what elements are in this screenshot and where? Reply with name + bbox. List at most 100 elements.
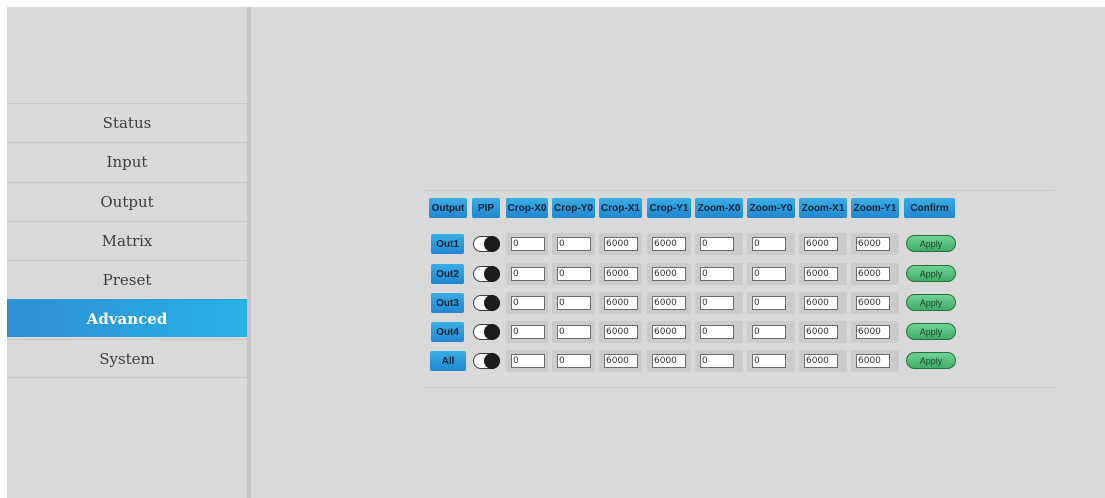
zoom-x0-input[interactable]	[700, 325, 734, 339]
crop-y0-cell	[552, 233, 595, 255]
zoom-y0-input[interactable]	[752, 296, 786, 310]
crop-y1-cell	[647, 233, 691, 255]
zoom-x0-input[interactable]	[700, 267, 734, 281]
zoom-y1-input[interactable]	[856, 325, 890, 339]
output-button-out2[interactable]: Out2	[431, 264, 464, 284]
toggle-knob	[484, 295, 500, 311]
sidebar-item-output[interactable]: Output	[7, 182, 247, 220]
column-header-confirm: Confirm	[904, 198, 955, 218]
column-header-zoom-x1: Zoom-X1	[799, 198, 847, 218]
crop-y1-cell	[647, 292, 691, 314]
sidebar-item-advanced[interactable]: Advanced	[7, 299, 247, 337]
crop-x1-cell	[599, 350, 642, 372]
crop-x0-cell	[506, 292, 548, 314]
output-button-out4[interactable]: Out4	[431, 322, 464, 342]
crop-x0-cell	[506, 263, 548, 285]
apply-button[interactable]: Apply	[906, 294, 956, 311]
output-button-all[interactable]: All	[430, 351, 466, 371]
zoom-x1-input[interactable]	[804, 354, 838, 368]
pip-toggle[interactable]	[473, 353, 500, 369]
zoom-y0-input[interactable]	[752, 325, 786, 339]
crop-x1-cell	[599, 233, 642, 255]
crop-y1-cell	[647, 263, 691, 285]
sidebar-item-input[interactable]: Input	[7, 142, 247, 180]
output-button-out1[interactable]: Out1	[431, 234, 464, 254]
zoom-x1-cell	[799, 263, 847, 285]
zoom-y1-input[interactable]	[856, 354, 890, 368]
sidebar-item-label: Input	[106, 152, 148, 171]
crop-y1-input[interactable]	[652, 354, 686, 368]
apply-button[interactable]: Apply	[906, 235, 956, 252]
pip-toggle[interactable]	[473, 324, 500, 340]
zoom-x1-input[interactable]	[804, 325, 838, 339]
toggle-knob	[484, 236, 500, 252]
zoom-x0-input[interactable]	[700, 354, 734, 368]
sidebar-item-matrix[interactable]: Matrix	[7, 221, 247, 259]
pip-toggle[interactable]	[473, 295, 500, 311]
crop-x0-input[interactable]	[511, 237, 545, 251]
sidebar-item-status[interactable]: Status	[7, 103, 247, 141]
crop-y0-input[interactable]	[557, 267, 591, 281]
crop-y1-input[interactable]	[652, 237, 686, 251]
sidebar-item-label: Output	[100, 192, 154, 211]
zoom-y0-cell	[747, 263, 795, 285]
zoom-y0-input[interactable]	[752, 237, 786, 251]
sidebar: Status Input Output Matrix Preset Advanc…	[7, 7, 247, 498]
sidebar-item-label: Status	[102, 113, 152, 132]
crop-y0-input[interactable]	[557, 296, 591, 310]
table-bottom-divider	[424, 387, 1054, 388]
zoom-x0-input[interactable]	[700, 237, 734, 251]
column-header-zoom-x0: Zoom-X0	[695, 198, 743, 218]
apply-button[interactable]: Apply	[906, 352, 956, 369]
pip-toggle[interactable]	[473, 266, 500, 282]
crop-x0-input[interactable]	[511, 354, 545, 368]
crop-x1-input[interactable]	[604, 296, 638, 310]
apply-button[interactable]: Apply	[906, 265, 956, 282]
zoom-x0-cell	[695, 321, 743, 343]
pip-toggle[interactable]	[473, 236, 500, 252]
crop-y1-cell	[647, 350, 691, 372]
column-header-zoom-y1: Zoom-Y1	[851, 198, 899, 218]
zoom-y0-input[interactable]	[752, 354, 786, 368]
crop-x1-input[interactable]	[604, 354, 638, 368]
apply-button[interactable]: Apply	[906, 323, 956, 340]
output-button-out3[interactable]: Out3	[431, 293, 464, 313]
toggle-knob	[484, 266, 500, 282]
crop-x1-input[interactable]	[604, 267, 638, 281]
sidebar-item-label: Matrix	[101, 231, 153, 250]
sidebar-divider	[7, 377, 247, 378]
crop-x0-input[interactable]	[511, 296, 545, 310]
crop-x1-input[interactable]	[604, 237, 638, 251]
zoom-x1-input[interactable]	[804, 237, 838, 251]
crop-x0-cell	[506, 321, 548, 343]
sidebar-item-system[interactable]: System	[7, 339, 247, 377]
crop-x1-input[interactable]	[604, 325, 638, 339]
zoom-x0-input[interactable]	[700, 296, 734, 310]
zoom-y1-cell	[851, 350, 899, 372]
crop-y1-input[interactable]	[652, 325, 686, 339]
zoom-y1-input[interactable]	[856, 296, 890, 310]
crop-y0-input[interactable]	[557, 237, 591, 251]
crop-y0-input[interactable]	[557, 354, 591, 368]
crop-y1-input[interactable]	[652, 267, 686, 281]
zoom-x1-cell	[799, 350, 847, 372]
zoom-x1-cell	[799, 233, 847, 255]
zoom-y1-input[interactable]	[856, 237, 890, 251]
column-header-output: Output	[429, 198, 467, 218]
zoom-x1-input[interactable]	[804, 267, 838, 281]
column-header-crop-x0: Crop-X0	[506, 198, 548, 218]
zoom-x0-cell	[695, 292, 743, 314]
zoom-y0-cell	[747, 233, 795, 255]
crop-x0-input[interactable]	[511, 267, 545, 281]
zoom-y1-input[interactable]	[856, 267, 890, 281]
crop-x0-input[interactable]	[511, 325, 545, 339]
zoom-x0-cell	[695, 350, 743, 372]
zoom-x1-input[interactable]	[804, 296, 838, 310]
sidebar-item-preset[interactable]: Preset	[7, 260, 247, 298]
zoom-y0-cell	[747, 321, 795, 343]
zoom-y0-cell	[747, 350, 795, 372]
crop-x0-cell	[506, 350, 548, 372]
crop-y0-input[interactable]	[557, 325, 591, 339]
zoom-y0-input[interactable]	[752, 267, 786, 281]
crop-y1-input[interactable]	[652, 296, 686, 310]
